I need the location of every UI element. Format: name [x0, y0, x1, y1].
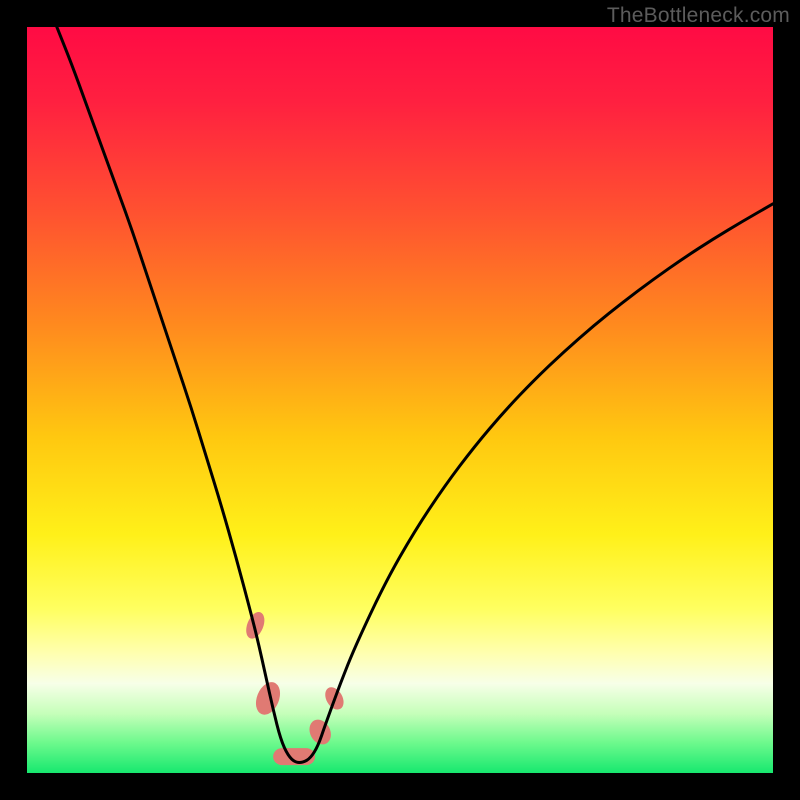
plot-area [27, 27, 773, 773]
gradient-background [27, 27, 773, 773]
watermark-text: TheBottleneck.com [607, 4, 790, 28]
chart-frame: TheBottleneck.com [0, 0, 800, 800]
chart-svg [27, 27, 773, 773]
